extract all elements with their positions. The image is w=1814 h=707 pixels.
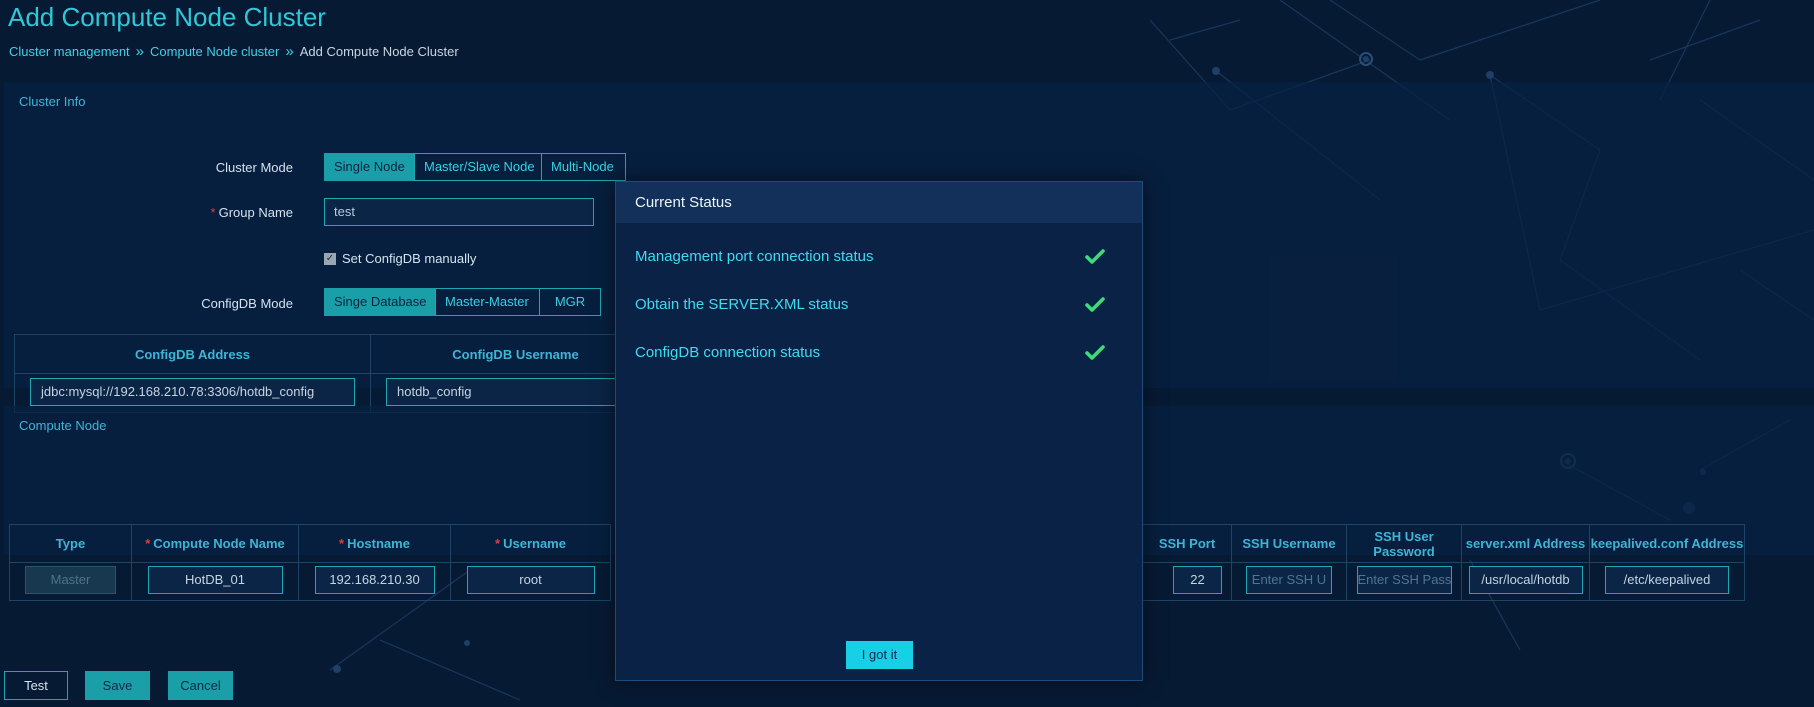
col-ssh-user-password: SSH User Password <box>1346 524 1462 563</box>
configdb-mode-label: ConfigDB Mode <box>201 296 293 311</box>
configdb-table: ConfigDB Address ConfigDB Username jdbc:… <box>14 334 661 413</box>
i-got-it-button[interactable]: I got it <box>846 641 913 669</box>
cluster-mode-single-node[interactable]: Single Node <box>324 153 415 181</box>
breadcrumb-compute-node-cluster[interactable]: Compute Node cluster <box>150 44 279 59</box>
configdb-address-input[interactable]: jdbc:mysql://192.168.210.78:3306/hotdb_c… <box>30 377 355 406</box>
col-server-xml-address: server.xml Address <box>1461 524 1590 563</box>
status-item-label: ConfigDB connection status <box>635 344 821 361</box>
cluster-mode-label: Cluster Mode <box>215 160 293 175</box>
cell-ssh-port: 22 <box>1142 562 1232 601</box>
cell-ssh-username: Enter SSH U <box>1231 562 1347 601</box>
configdb-mode-selector: Singe Database Master-Master MGR <box>324 288 601 316</box>
status-item-label: Obtain the SERVER.XML status <box>635 296 849 313</box>
cluster-info-title: Cluster Info <box>19 94 86 109</box>
check-icon <box>1085 344 1105 360</box>
cell-ssh-password: Enter SSH Passv <box>1346 562 1462 601</box>
ssh-port-input[interactable]: 22 <box>1173 566 1222 594</box>
server-xml-address-input[interactable]: /usr/local/hotdb <box>1468 566 1583 594</box>
ssh-password-input[interactable]: Enter SSH Passv <box>1356 566 1452 594</box>
compute-node-title: Compute Node <box>19 418 107 433</box>
checkbox-checked-icon[interactable]: ✓ <box>324 252 336 265</box>
col-ssh-username: SSH Username <box>1231 524 1347 563</box>
breadcrumb-current: Add Compute Node Cluster <box>299 44 459 59</box>
col-keepalived-address: keepalived.conf Address <box>1589 524 1745 563</box>
compute-node-table-left: Type * Compute Node Name * Hostname * Usern… <box>9 524 611 601</box>
col-hostname: * Hostname <box>298 524 451 563</box>
col-username: * Username <box>450 524 611 563</box>
page-title: Add Compute Node Cluster <box>8 2 326 32</box>
set-configdb-manually-label: Set ConfigDB manually <box>342 251 477 266</box>
check-icon <box>1085 248 1105 264</box>
cancel-button[interactable]: Cancel <box>168 671 233 700</box>
breadcrumb-separator: » <box>135 43 145 60</box>
group-name-label: * Group Name <box>210 205 293 220</box>
type-select: Master <box>25 566 116 594</box>
cell-type: Master <box>9 562 132 601</box>
cluster-mode-selector: Single Node Master/Slave Node Multi-Node <box>324 153 626 181</box>
cluster-mode-multi-node[interactable]: Multi-Node <box>541 153 626 181</box>
cell-hostname: 192.168.210.30 <box>298 562 451 601</box>
cluster-mode-master-slave[interactable]: Master/Slave Node <box>414 153 542 181</box>
status-item-configdb: ConfigDB connection status <box>635 344 1105 361</box>
keepalived-address-input[interactable]: /etc/keepalived <box>1605 566 1729 594</box>
test-button[interactable]: Test <box>4 671 68 700</box>
configdb-username-input[interactable]: hotdb_config <box>386 377 646 406</box>
col-ssh-port: SSH Port <box>1142 524 1232 563</box>
breadcrumb-separator: » <box>285 43 294 60</box>
compute-node-table-right: SSH Port SSH Username SSH User Password … <box>1142 524 1745 601</box>
table-row: 22 Enter SSH U Enter SSH Passv /usr/loca… <box>1142 562 1745 601</box>
check-icon <box>1085 296 1105 312</box>
status-item-label: Management port connection status <box>635 248 874 265</box>
configdb-address-header: ConfigDB Address <box>14 334 371 374</box>
configdb-mode-master-master[interactable]: Master-Master <box>435 288 540 316</box>
set-configdb-manually[interactable]: ✓ Set ConfigDB manually <box>324 251 476 266</box>
username-input[interactable]: root <box>466 566 595 594</box>
cell-server-xml: /usr/local/hotdb <box>1461 562 1590 601</box>
breadcrumb: Cluster management » Compute Node cluste… <box>9 44 459 59</box>
ssh-username-input[interactable]: Enter SSH U <box>1246 566 1332 594</box>
page-root: Add Compute Node Cluster Cluster managem… <box>0 0 1814 707</box>
col-compute-node-name: * Compute Node Name <box>131 524 299 563</box>
save-button[interactable]: Save <box>85 671 150 700</box>
current-status-modal: Current Status Management port connectio… <box>615 181 1143 681</box>
compute-node-name-input[interactable]: HotDB_01 <box>147 566 283 594</box>
cell-keepalived: /etc/keepalived <box>1589 562 1745 601</box>
configdb-mode-single-database[interactable]: Singe Database <box>324 288 436 316</box>
group-name-input[interactable]: test <box>324 198 594 226</box>
status-item-server-xml: Obtain the SERVER.XML status <box>635 296 1105 313</box>
configdb-mode-mgr[interactable]: MGR <box>539 288 601 316</box>
col-type: Type <box>9 524 132 563</box>
cell-node-name: HotDB_01 <box>131 562 299 601</box>
breadcrumb-cluster-management[interactable]: Cluster management <box>9 44 130 59</box>
hostname-input[interactable]: 192.168.210.30 <box>314 566 435 594</box>
table-row: Master HotDB_01 192.168.210.30 root <box>9 562 611 601</box>
modal-title: Current Status <box>616 182 1142 223</box>
status-item-management-port: Management port connection status <box>635 248 1105 265</box>
cell-username: root <box>450 562 611 601</box>
